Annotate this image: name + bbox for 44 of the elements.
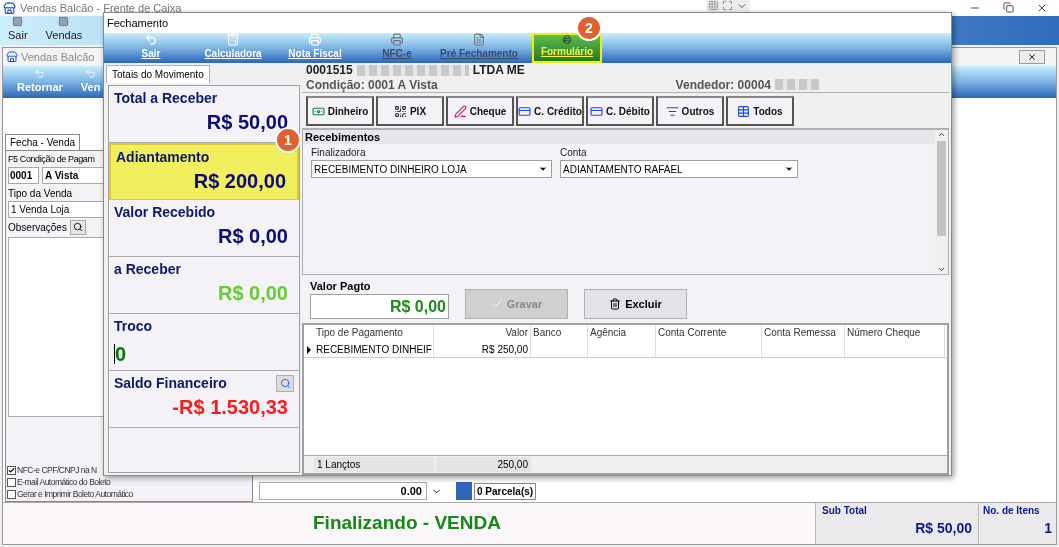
total-label: Troco <box>114 317 153 336</box>
subtotal-label: Sub Total <box>822 504 868 518</box>
column-header: Tipo de Pagamento <box>314 325 434 342</box>
checkbox-label: NFC-e CPF/CNPJ na N <box>17 463 97 477</box>
total-label: a Receber <box>114 260 181 279</box>
table-cell: R$ 250,00 <box>434 342 531 357</box>
items-label: No. de Itens <box>983 504 1041 518</box>
total-label: Adiantamento <box>116 148 210 167</box>
field-label: F5 Condição de Pagam <box>8 153 95 166</box>
column-header: Número Cheque <box>845 325 945 342</box>
checkbox-label: E-mail Automático do Boleto <box>17 475 111 489</box>
column-header: Conta Corrente <box>656 325 762 342</box>
installments-count: 0 Parcela(s) <box>474 482 537 500</box>
field-label: Observações <box>8 220 67 235</box>
checkbox-label: Gerar e Imprimir Boleto Automático <box>17 487 133 501</box>
total-amount: -R$ 1.530,33 <box>172 395 288 420</box>
column-header: Conta Remessa <box>762 325 845 342</box>
customer-code: 0001515 <box>306 62 353 79</box>
total-label: Valor Recebido <box>114 203 216 222</box>
customer-name: LTDA ME <box>472 62 525 79</box>
column-header: Banco <box>531 325 588 342</box>
window-title: Vendas Balcão <box>21 49 95 65</box>
subtotal-value: R$ 50,00 <box>914 519 972 538</box>
window-title: Vendas Balcão - Frente de Caixa <box>20 0 182 16</box>
condition-text: Condição: 0001 A Vista <box>306 76 438 94</box>
seller-text: Vendedor: 00004 <box>675 76 771 94</box>
total-amount: R$ 0,00 <box>217 224 288 249</box>
footer-cell: 250,00 <box>436 457 531 472</box>
items-value: 1 <box>1043 519 1052 538</box>
column-header: Valor <box>434 325 531 342</box>
table-cell: RECEBIMENTO DINHEIF <box>314 342 434 357</box>
total-amount: R$ 0,00 <box>217 281 288 306</box>
field-label: Tipo da Venda <box>8 186 74 201</box>
window-title: Fechamento <box>107 15 169 31</box>
total-label: Saldo Financeiro <box>114 374 227 393</box>
column-header: Agência <box>588 325 656 342</box>
status-text: Finalizando - VENDA <box>312 511 502 536</box>
section-title: Recebimentos <box>305 129 381 145</box>
total-label: Total a Receber <box>114 89 218 108</box>
field-label: Valor Pagto <box>310 278 372 294</box>
total-amount: R$ 200,00 <box>193 169 286 194</box>
field-label: Finalizadora <box>311 146 367 160</box>
footer-cell: 1 Lançtos <box>314 457 434 472</box>
field-label: Conta <box>560 146 588 160</box>
